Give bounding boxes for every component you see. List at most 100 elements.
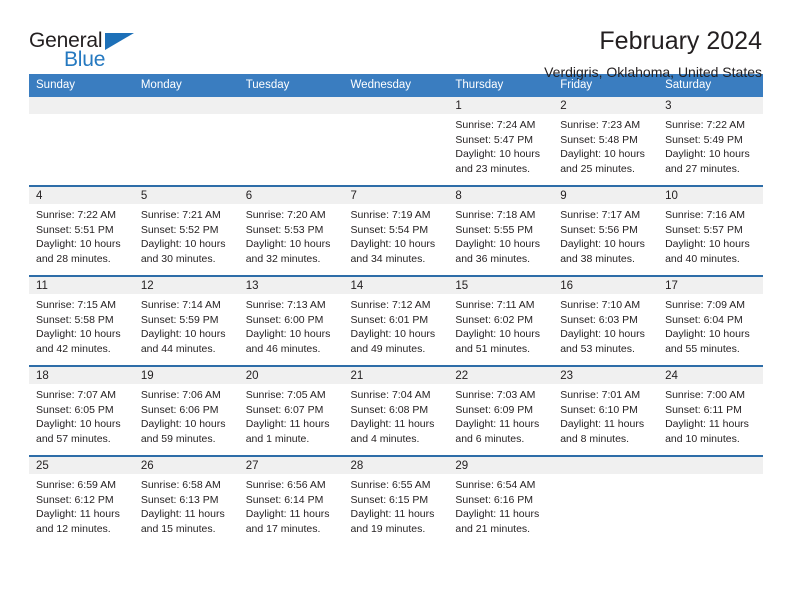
calendar-day-cell[interactable]: 25 Sunrise: 6:59 AM Sunset: 6:12 PM Dayligh… — [29, 455, 134, 545]
sunset-text: Sunset: 6:14 PM — [245, 493, 324, 506]
day-cell-inner: 24 Sunrise: 7:00 AM Sunset: 6:11 PM Dayligh… — [658, 367, 763, 455]
day-number: 15 — [448, 277, 554, 294]
day-number: 19 — [133, 367, 239, 384]
day-cell-details: Sunrise: 7:13 AM Sunset: 6:00 PM Daylight:… — [239, 294, 344, 356]
calendar-day-cell[interactable]: 6 Sunrise: 7:20 AM Sunset: 5:53 PM Daylight… — [238, 185, 344, 276]
calendar-day-cell[interactable]: 13 Sunrise: 7:13 AM Sunset: 6:00 PM Dayligh… — [238, 275, 344, 366]
day-cell-details: Sunrise: 7:24 AM Sunset: 5:47 PM Daylight:… — [448, 114, 553, 176]
daylight-text: Daylight: 10 hours and 49 minutes. — [350, 328, 436, 355]
calendar-day-cell[interactable]: 7 Sunrise: 7:19 AM Sunset: 5:54 PM Daylight… — [343, 185, 449, 276]
day-number: 24 — [658, 367, 763, 384]
day-cell-details: Sunrise: 7:01 AM Sunset: 6:10 PM Daylight:… — [553, 384, 658, 446]
sunset-text: Sunset: 6:08 PM — [350, 403, 429, 416]
calendar-day-cell[interactable]: 12 Sunrise: 7:14 AM Sunset: 5:59 PM Dayligh… — [133, 275, 239, 366]
day-cell-details: Sunrise: 7:20 AM Sunset: 5:53 PM Daylight:… — [239, 204, 344, 266]
sunset-text: Sunset: 6:00 PM — [245, 313, 324, 326]
daylight-text: Daylight: 10 hours and 34 minutes. — [350, 238, 436, 265]
daylight-text: Daylight: 11 hours and 21 minutes. — [455, 508, 540, 535]
calendar-day-cell[interactable]: 8 Sunrise: 7:18 AM Sunset: 5:55 PM Daylight… — [448, 185, 554, 276]
calendar-day-cell[interactable]: 28 Sunrise: 6:55 AM Sunset: 6:15 PM Dayligh… — [343, 455, 449, 545]
daylight-text: Daylight: 10 hours and 30 minutes. — [140, 238, 226, 265]
calendar-day-cell[interactable]: 4 Sunrise: 7:22 AM Sunset: 5:51 PM Daylight… — [29, 185, 134, 276]
day-cell-inner — [133, 97, 239, 185]
sunrise-text: Sunrise: 7:01 AM — [560, 389, 641, 401]
day-cell-inner: 23 Sunrise: 7:01 AM Sunset: 6:10 PM Dayligh… — [553, 367, 659, 455]
calendar-week-row: 18 Sunrise: 7:07 AM Sunset: 6:05 PM Dayligh… — [29, 365, 763, 456]
daylight-text: Daylight: 11 hours and 12 minutes. — [36, 508, 120, 535]
calendar-day-cell[interactable]: 17 Sunrise: 7:09 AM Sunset: 6:04 PM Dayligh… — [658, 275, 763, 366]
day-cell-details: Sunrise: 7:09 AM Sunset: 6:04 PM Daylight:… — [658, 294, 763, 356]
day-cell-details: Sunrise: 7:22 AM Sunset: 5:49 PM Daylight:… — [658, 114, 763, 176]
calendar-day-cell[interactable]: 5 Sunrise: 7:21 AM Sunset: 5:52 PM Daylight… — [133, 185, 239, 276]
calendar-day-cell[interactable]: 14 Sunrise: 7:12 AM Sunset: 6:01 PM Dayligh… — [343, 275, 449, 366]
sunset-text: Sunset: 6:05 PM — [36, 403, 114, 416]
day-number: 5 — [133, 187, 239, 204]
day-number: 21 — [343, 367, 449, 384]
calendar-empty-cell — [658, 455, 763, 545]
sunrise-text: Sunrise: 7:04 AM — [350, 389, 431, 401]
day-cell-details: Sunrise: 7:17 AM Sunset: 5:56 PM Daylight:… — [553, 204, 658, 266]
calendar-day-cell[interactable]: 20 Sunrise: 7:05 AM Sunset: 6:07 PM Dayligh… — [238, 365, 344, 456]
day-cell-details — [344, 114, 449, 118]
weekday-header-monday: Monday — [133, 74, 239, 97]
day-cell-inner: 4 Sunrise: 7:22 AM Sunset: 5:51 PM Daylight… — [29, 187, 134, 275]
sunrise-text: Sunrise: 7:10 AM — [560, 299, 641, 311]
calendar-day-cell[interactable]: 11 Sunrise: 7:15 AM Sunset: 5:58 PM Dayligh… — [29, 275, 134, 366]
calendar-day-cell[interactable]: 23 Sunrise: 7:01 AM Sunset: 6:10 PM Dayligh… — [553, 365, 659, 456]
day-number: 17 — [658, 277, 763, 294]
day-cell-details: Sunrise: 7:19 AM Sunset: 5:54 PM Daylight:… — [344, 204, 449, 266]
calendar-empty-cell — [553, 455, 659, 545]
day-cell-details: Sunrise: 7:03 AM Sunset: 6:09 PM Daylight:… — [448, 384, 553, 446]
sunset-text: Sunset: 5:58 PM — [36, 313, 114, 326]
day-number: 11 — [29, 277, 134, 294]
day-cell-inner: 17 Sunrise: 7:09 AM Sunset: 6:04 PM Dayligh… — [658, 277, 763, 365]
daylight-text: Daylight: 11 hours and 6 minutes. — [455, 418, 540, 445]
calendar-day-cell[interactable]: 10 Sunrise: 7:16 AM Sunset: 5:57 PM Dayligh… — [658, 185, 763, 276]
calendar-day-cell[interactable]: 21 Sunrise: 7:04 AM Sunset: 6:08 PM Dayligh… — [343, 365, 449, 456]
daylight-text: Daylight: 10 hours and 23 minutes. — [455, 148, 541, 175]
day-cell-details: Sunrise: 7:22 AM Sunset: 5:51 PM Daylight:… — [29, 204, 134, 266]
day-cell-inner: 15 Sunrise: 7:11 AM Sunset: 6:02 PM Dayligh… — [448, 277, 554, 365]
day-number: 16 — [553, 277, 659, 294]
day-cell-inner — [343, 97, 449, 185]
day-number — [133, 97, 239, 114]
calendar-day-cell[interactable]: 26 Sunrise: 6:58 AM Sunset: 6:13 PM Dayligh… — [133, 455, 239, 545]
calendar-day-cell[interactable]: 19 Sunrise: 7:06 AM Sunset: 6:06 PM Dayligh… — [133, 365, 239, 456]
sunset-text: Sunset: 6:02 PM — [455, 313, 534, 326]
day-cell-inner: 7 Sunrise: 7:19 AM Sunset: 5:54 PM Daylight… — [343, 187, 449, 275]
day-cell-inner: 8 Sunrise: 7:18 AM Sunset: 5:55 PM Daylight… — [448, 187, 554, 275]
day-number: 10 — [658, 187, 763, 204]
day-cell-inner: 1 Sunrise: 7:24 AM Sunset: 5:47 PM Daylight… — [448, 97, 554, 185]
sunset-text: Sunset: 5:56 PM — [560, 223, 638, 236]
calendar-day-cell[interactable]: 27 Sunrise: 6:56 AM Sunset: 6:14 PM Dayligh… — [238, 455, 344, 545]
day-cell-details: Sunrise: 6:55 AM Sunset: 6:15 PM Daylight:… — [344, 474, 449, 536]
page-title: February 2024 — [599, 27, 762, 55]
calendar-day-cell[interactable]: 16 Sunrise: 7:10 AM Sunset: 6:03 PM Dayligh… — [553, 275, 659, 366]
day-number — [238, 97, 344, 114]
day-cell-inner: 14 Sunrise: 7:12 AM Sunset: 6:01 PM Dayligh… — [343, 277, 449, 365]
day-cell-inner: 11 Sunrise: 7:15 AM Sunset: 5:58 PM Dayligh… — [29, 277, 134, 365]
calendar-day-cell[interactable]: 2 Sunrise: 7:23 AM Sunset: 5:48 PM Daylight… — [553, 97, 659, 186]
calendar-day-cell[interactable]: 9 Sunrise: 7:17 AM Sunset: 5:56 PM Daylight… — [553, 185, 659, 276]
weekday-header-thursday: Thursday — [448, 74, 554, 97]
sunrise-text: Sunrise: 6:55 AM — [350, 479, 431, 491]
calendar-day-cell[interactable]: 15 Sunrise: 7:11 AM Sunset: 6:02 PM Dayligh… — [448, 275, 554, 366]
sunset-text: Sunset: 5:53 PM — [245, 223, 324, 236]
calendar-day-cell[interactable]: 22 Sunrise: 7:03 AM Sunset: 6:09 PM Dayligh… — [448, 365, 554, 456]
calendar-day-cell[interactable]: 24 Sunrise: 7:00 AM Sunset: 6:11 PM Dayligh… — [658, 365, 763, 456]
calendar-day-cell[interactable]: 29 Sunrise: 6:54 AM Sunset: 6:16 PM Dayligh… — [448, 455, 554, 545]
weekday-header-tuesday: Tuesday — [238, 74, 344, 97]
calendar-day-cell[interactable]: 3 Sunrise: 7:22 AM Sunset: 5:49 PM Daylight… — [658, 97, 763, 186]
day-number: 28 — [343, 457, 449, 474]
sunrise-text: Sunrise: 7:22 AM — [36, 209, 116, 221]
daylight-text: Daylight: 10 hours and 28 minutes. — [36, 238, 121, 265]
day-cell-details: Sunrise: 7:16 AM Sunset: 5:57 PM Daylight:… — [658, 204, 763, 266]
day-cell-inner: 26 Sunrise: 6:58 AM Sunset: 6:13 PM Dayligh… — [133, 457, 239, 545]
calendar-day-cell[interactable]: 18 Sunrise: 7:07 AM Sunset: 6:05 PM Dayligh… — [29, 365, 134, 456]
weekday-header-wednesday: Wednesday — [343, 74, 449, 97]
calendar-day-cell[interactable]: 1 Sunrise: 7:24 AM Sunset: 5:47 PM Daylight… — [448, 97, 554, 186]
day-cell-inner: 16 Sunrise: 7:10 AM Sunset: 6:03 PM Dayligh… — [553, 277, 659, 365]
day-cell-inner: 10 Sunrise: 7:16 AM Sunset: 5:57 PM Dayligh… — [658, 187, 763, 275]
day-number: 12 — [133, 277, 239, 294]
sunset-text: Sunset: 5:57 PM — [665, 223, 743, 236]
